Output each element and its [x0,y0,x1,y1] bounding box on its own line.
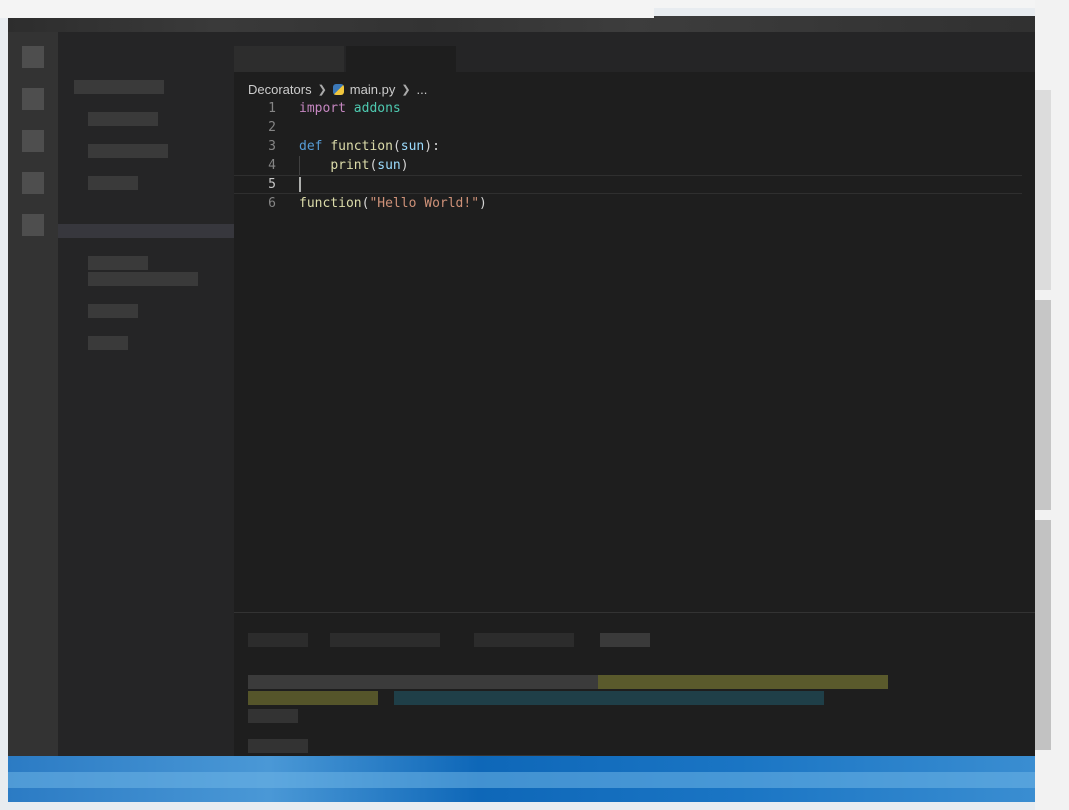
code-token: ): [424,139,440,154]
breadcrumb-file[interactable]: main.py [350,82,396,97]
list-item[interactable] [74,80,164,94]
code-line[interactable]: 4 print(sun) [234,156,1022,175]
code-token: ) [400,158,409,173]
screen-border-top-right [654,0,1069,8]
line-number: 3 [268,139,276,154]
terminal-line [394,691,824,705]
border-block [1035,520,1051,750]
code-line[interactable]: 3 def function(sun): [234,137,1022,156]
list-item[interactable] [88,112,158,126]
text-cursor [299,177,301,192]
list-item[interactable] [88,336,128,350]
terminal-line [248,739,308,753]
list-item[interactable] [58,224,234,238]
border-block [1035,300,1051,510]
line-number: 1 [268,101,276,116]
extensions-icon[interactable] [22,214,44,236]
status-bar-items[interactable] [8,772,1053,788]
code-line[interactable]: 1 import addons [234,99,1022,118]
tab-main-py[interactable] [346,46,456,72]
panel-tab[interactable] [248,633,308,647]
code-text: def function(sun): [299,137,440,156]
terminal-line [248,675,598,689]
screen-border-top [0,0,654,18]
panel-tab[interactable] [330,633,440,647]
tab-inactive[interactable] [234,46,344,72]
title-bar [8,16,1053,32]
chevron-right-icon: ❯ [401,83,411,96]
code-token: sun [400,139,425,154]
line-number: 2 [268,120,276,135]
list-item[interactable] [88,256,148,270]
breadcrumb: Decorators ❯ main.py ❯ ... [248,80,427,98]
run-debug-icon[interactable] [22,172,44,194]
line-number: 5 [268,177,276,192]
chevron-right-icon: ❯ [317,83,327,96]
code-line[interactable]: 5 [234,175,1022,194]
code-lines[interactable]: 1 import addons 2 3 def function(sun): 4 prin… [234,99,1022,213]
code-token: function [299,196,362,211]
code-token: ) [479,196,487,211]
code-token: import [299,101,346,116]
source-control-icon[interactable] [22,130,44,152]
panel-tab[interactable] [474,633,574,647]
code-token: addons [353,101,401,116]
explorer-sidebar [58,32,234,770]
code-token: function [330,139,393,154]
activity-bar [8,32,58,770]
line-number: 4 [268,158,276,173]
code-token: "Hello World!" [369,196,480,211]
vscode-window: Decorators ❯ main.py ❯ ... 1 import addon… [8,16,1053,802]
terminal-line [598,675,888,689]
border-block [1035,90,1051,290]
indent-guide [299,156,300,175]
bottom-panel [234,612,1053,771]
breadcrumb-folder[interactable]: Decorators [248,82,312,97]
tab-bar [234,32,1053,72]
line-number: 6 [268,196,276,211]
code-token: print [330,158,370,173]
list-item[interactable] [88,176,138,190]
panel-tab[interactable] [600,633,650,647]
terminal-line [248,709,298,723]
python-file-icon [332,83,344,95]
code-token: ( [392,139,401,154]
code-token: sun [377,158,401,173]
code-line[interactable]: 6 function("Hello World!") [234,194,1022,213]
code-text: function("Hello World!") [299,194,487,213]
code-token: def [299,139,323,154]
screen-border-right [1035,0,1069,810]
list-item[interactable] [88,304,138,318]
code-text: import addons [299,99,401,118]
code-line[interactable]: 2 [234,118,1022,137]
breadcrumb-symbol[interactable]: ... [417,82,428,97]
code-editor[interactable]: Decorators ❯ main.py ❯ ... 1 import addon… [234,72,1022,612]
explorer-icon[interactable] [22,46,44,68]
search-icon[interactable] [22,88,44,110]
list-item[interactable] [88,144,168,158]
code-text: print(sun) [299,156,409,175]
terminal-line [248,691,378,705]
list-item[interactable] [88,272,198,286]
